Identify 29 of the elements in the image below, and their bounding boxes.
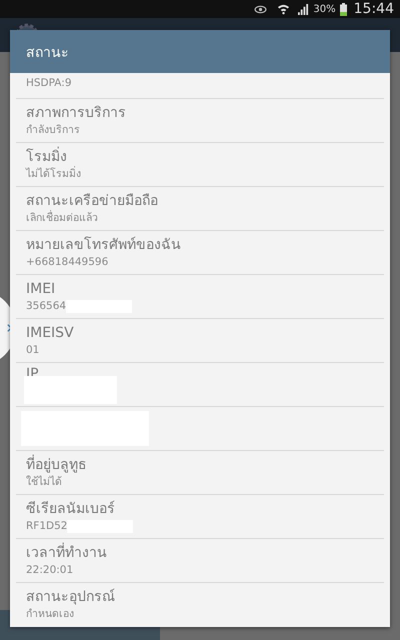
item-value: เลิกเชื่อมต่อแล้ว (26, 210, 99, 226)
item-label: โรมมิ่ง (26, 148, 68, 166)
item-value: RF1D52 (26, 518, 68, 534)
item-value: +66818449596 (26, 254, 110, 270)
item-label: หมายเลขโทรศัพท์ของฉัน (26, 236, 182, 254)
item-value: ใช้ไม่ได้ (26, 474, 63, 490)
item-label: สถานะอุปกรณ์ (26, 588, 116, 607)
item-value: 22:20:01 (26, 562, 74, 578)
item-value: HSDPA:9 (26, 76, 73, 91)
dialog-title: สถานะ (26, 44, 69, 62)
battery-percent: 30% (313, 4, 336, 14)
wifi-icon (277, 3, 290, 15)
battery-icon (340, 2, 347, 16)
signal-icon (298, 4, 310, 14)
item-value: กำหนดเอง (26, 607, 75, 622)
item-label: ซีเรียลนัมเบอร์ (26, 500, 116, 518)
item-value: 01 (26, 342, 40, 358)
clock: 15:44 (354, 1, 394, 17)
item-label: ที่อยู่บลูทูธ (26, 456, 88, 474)
item-value: 356564 (26, 298, 66, 314)
item-label: สถานะเครือข่ายมือถือ (26, 192, 159, 210)
chevron-right-icon (7, 323, 12, 333)
item-label: เวลาที่ทำงาน (26, 544, 108, 562)
item-label: IMEISV (26, 324, 75, 342)
item-value: กำลังบริการ (26, 122, 81, 138)
eye-icon (254, 4, 268, 14)
item-label: IMEI (26, 280, 56, 298)
item-value: ไม่ได้โรมมิ่ง (26, 166, 82, 182)
item-label: สภาพการบริการ (26, 104, 127, 122)
